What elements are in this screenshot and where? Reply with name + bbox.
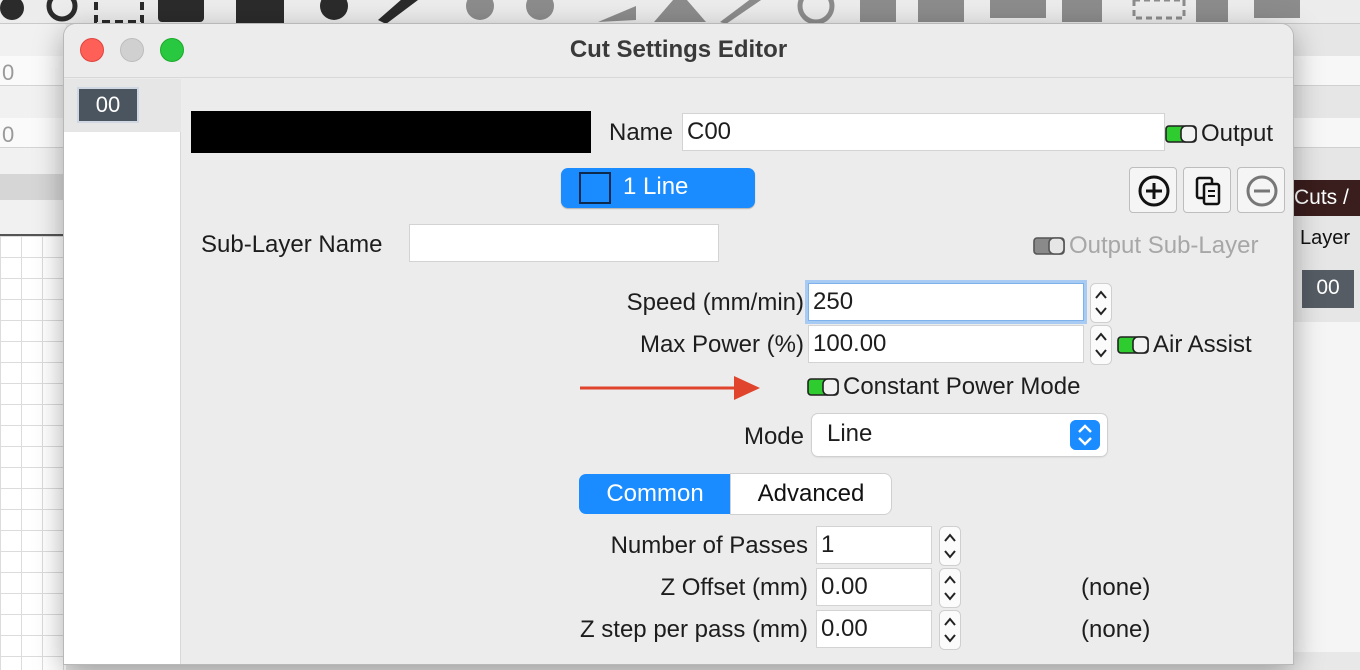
cuts-layers-header: Cuts / [1292, 180, 1360, 216]
square-icon [579, 172, 611, 204]
max-power-label: Max Power (%) [639, 331, 804, 358]
add-sublayer-button[interactable] [1129, 167, 1177, 213]
z-step-label: Z step per pass (mm) [579, 616, 808, 643]
plus-circle-icon [1138, 175, 1170, 207]
air-assist-label: Air Assist [1153, 331, 1252, 358]
copy-sublayer-button[interactable] [1183, 167, 1231, 213]
background-list [1292, 322, 1360, 652]
tab-common[interactable]: Common [579, 474, 731, 514]
layer-list-item[interactable]: 00 [77, 87, 139, 123]
background-left-panel: 0 0 [0, 24, 66, 670]
z-offset-label: Z Offset (mm) [660, 574, 808, 601]
background-right-panel: Cuts / Layer 00 [1292, 24, 1360, 652]
passes-field[interactable]: 1 [816, 526, 932, 564]
passes-label: Number of Passes [610, 532, 808, 559]
name-label: Name [609, 119, 674, 146]
z-step-stepper-icon[interactable] [939, 610, 961, 650]
minus-circle-icon [1246, 175, 1278, 207]
line-mode-button[interactable]: 1 Line [561, 168, 755, 208]
speed-stepper-icon[interactable] [1090, 283, 1112, 323]
output-label: Output [1201, 120, 1274, 147]
mode-label: Mode [743, 423, 804, 450]
mode-select[interactable]: Line [812, 414, 1107, 456]
constant-power-label: Constant Power Mode [843, 373, 1081, 400]
layer-color-swatch[interactable] [191, 111, 591, 153]
background-canvas-grid[interactable] [0, 234, 66, 670]
annotation-arrow-icon [580, 376, 760, 400]
background-stripe [0, 174, 66, 200]
passes-stepper-icon[interactable] [939, 526, 961, 566]
copy-icon [1195, 176, 1221, 206]
layer-cell[interactable]: 00 [1302, 270, 1354, 308]
z-offset-field[interactable]: 0.00 [816, 568, 932, 606]
background-field[interactable]: 0 [0, 56, 66, 86]
speed-field[interactable]: 250 [808, 283, 1084, 321]
select-arrows-icon [1070, 420, 1100, 450]
mode-select-value: Line [827, 420, 873, 447]
speed-label: Speed (mm/min) [626, 289, 804, 316]
layer-column-header: Layer [1300, 227, 1351, 249]
tab-advanced[interactable]: Advanced [731, 474, 891, 514]
background-toolbar [0, 0, 1360, 24]
air-assist-toggle-icon[interactable] [1117, 336, 1149, 354]
settings-tabs: Common Advanced [579, 474, 891, 514]
background-field[interactable] [1292, 56, 1360, 86]
output-toggle-icon[interactable] [1165, 125, 1197, 143]
background-field[interactable]: 0 [0, 118, 66, 148]
z-step-note: (none) [1081, 616, 1151, 643]
layer-list: 00 [64, 79, 181, 664]
max-power-stepper-icon[interactable] [1090, 325, 1112, 365]
cut-settings-dialog: Cut Settings Editor 00 Name C00 Output 1… [64, 24, 1293, 664]
title-bar[interactable]: Cut Settings Editor [64, 24, 1293, 78]
toolbar-icon-strip [0, 0, 1300, 24]
background-field[interactable] [1292, 118, 1360, 148]
line-mode-label: 1 Line [623, 173, 689, 200]
z-offset-note: (none) [1081, 574, 1151, 601]
sublayer-name-label: Sub-Layer Name [201, 231, 383, 258]
max-power-field[interactable]: 100.00 [808, 325, 1084, 363]
output-sublayer-toggle-icon[interactable] [1033, 237, 1065, 255]
z-offset-stepper-icon[interactable] [939, 568, 961, 608]
z-step-field[interactable]: 0.00 [816, 610, 932, 648]
output-sublayer-label: Output Sub-Layer [1069, 232, 1259, 259]
sublayer-name-field[interactable] [409, 224, 719, 262]
constant-power-toggle-icon[interactable] [807, 378, 839, 396]
window-title: Cut Settings Editor [569, 36, 788, 63]
name-field[interactable]: C00 [682, 113, 1165, 151]
remove-sublayer-button[interactable] [1237, 167, 1285, 213]
